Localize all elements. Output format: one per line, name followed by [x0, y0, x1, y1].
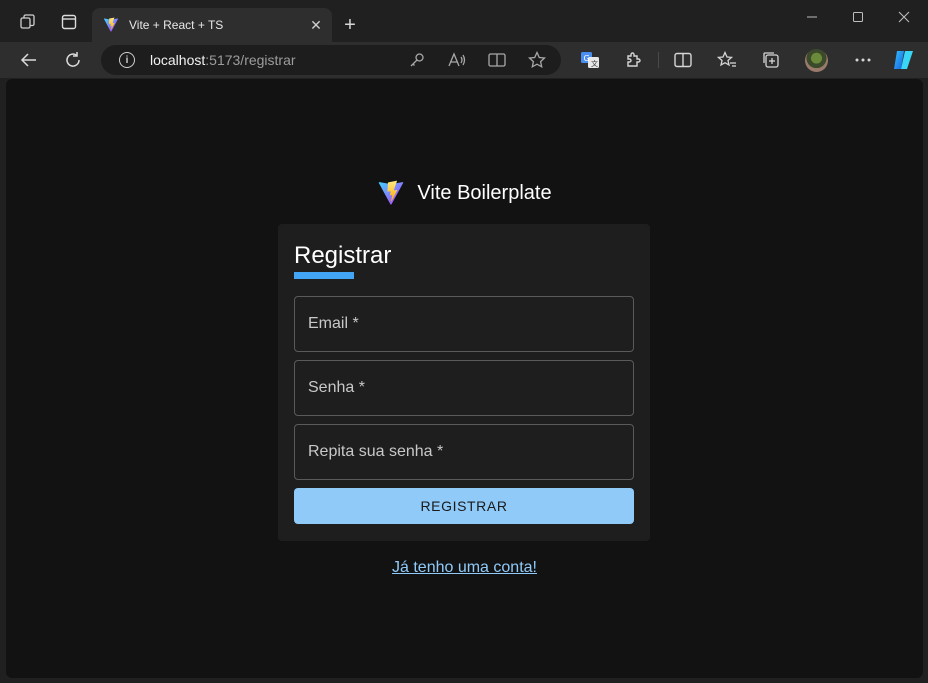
more-icon[interactable]	[851, 48, 875, 72]
svg-text:G: G	[584, 54, 590, 63]
tab-title: Vite + React + TS	[129, 18, 224, 32]
login-link[interactable]: Já tenho uma conta!	[392, 559, 537, 576]
vite-logo-icon	[103, 17, 119, 32]
copilot-icon[interactable]	[892, 48, 916, 72]
browser-toolbar: i localhost:5173/registrar G文	[0, 42, 928, 78]
toolbar-divider	[658, 52, 659, 68]
url-text: localhost:5173/registrar	[150, 52, 296, 68]
puzzle-icon[interactable]	[622, 48, 646, 72]
title-underline	[294, 272, 354, 279]
vite-logo-icon	[379, 180, 404, 205]
read-aloud-icon[interactable]	[447, 50, 467, 70]
translate-icon[interactable]: G文	[578, 48, 602, 72]
plus-icon[interactable]: +	[338, 13, 362, 37]
repeat-password-field[interactable]: Repita sua senha *	[294, 424, 634, 480]
tab-actions-icon[interactable]	[57, 10, 81, 34]
url-host: localhost	[150, 52, 206, 68]
password-field[interactable]: Senha *	[294, 360, 634, 416]
address-bar[interactable]: i localhost:5173/registrar	[101, 45, 561, 75]
minimize-icon[interactable]	[797, 6, 827, 28]
url-path: :5173/registrar	[205, 52, 296, 68]
close-icon[interactable]: ✕	[306, 15, 326, 35]
star-icon[interactable]	[527, 50, 547, 70]
login-link-container: Já tenho uma conta!	[6, 559, 923, 577]
email-input[interactable]	[295, 297, 633, 351]
immersive-reader-icon[interactable]	[487, 50, 507, 70]
info-icon[interactable]: i	[119, 52, 135, 68]
close-window-icon[interactable]	[889, 6, 919, 28]
maximize-icon[interactable]	[843, 6, 873, 28]
avatar[interactable]	[805, 49, 828, 72]
svg-text:文: 文	[591, 59, 598, 68]
browser-titlebar: Vite + React + TS ✕ +	[0, 0, 928, 42]
password-input[interactable]	[295, 361, 633, 415]
favorites-icon[interactable]	[715, 48, 739, 72]
browser-tab-active[interactable]: Vite + React + TS ✕	[92, 8, 332, 42]
email-field[interactable]: Email *	[294, 296, 634, 352]
repeat-password-input[interactable]	[295, 425, 633, 479]
page-viewport: Vite Boilerplate Registrar Email * Senha…	[6, 79, 923, 678]
page-title: Registrar	[294, 242, 392, 269]
register-button[interactable]: REGISTRAR	[294, 488, 634, 524]
workspaces-icon[interactable]	[15, 10, 39, 34]
refresh-icon[interactable]	[60, 48, 86, 72]
back-arrow-icon[interactable]	[16, 48, 42, 72]
collections-icon[interactable]	[759, 48, 783, 72]
split-screen-icon[interactable]	[671, 48, 695, 72]
brand-name: Vite Boilerplate	[417, 181, 552, 204]
brand-header: Vite Boilerplate	[6, 177, 923, 209]
register-card: Registrar Email * Senha * Repita sua sen…	[278, 224, 650, 541]
key-icon[interactable]	[407, 50, 427, 70]
